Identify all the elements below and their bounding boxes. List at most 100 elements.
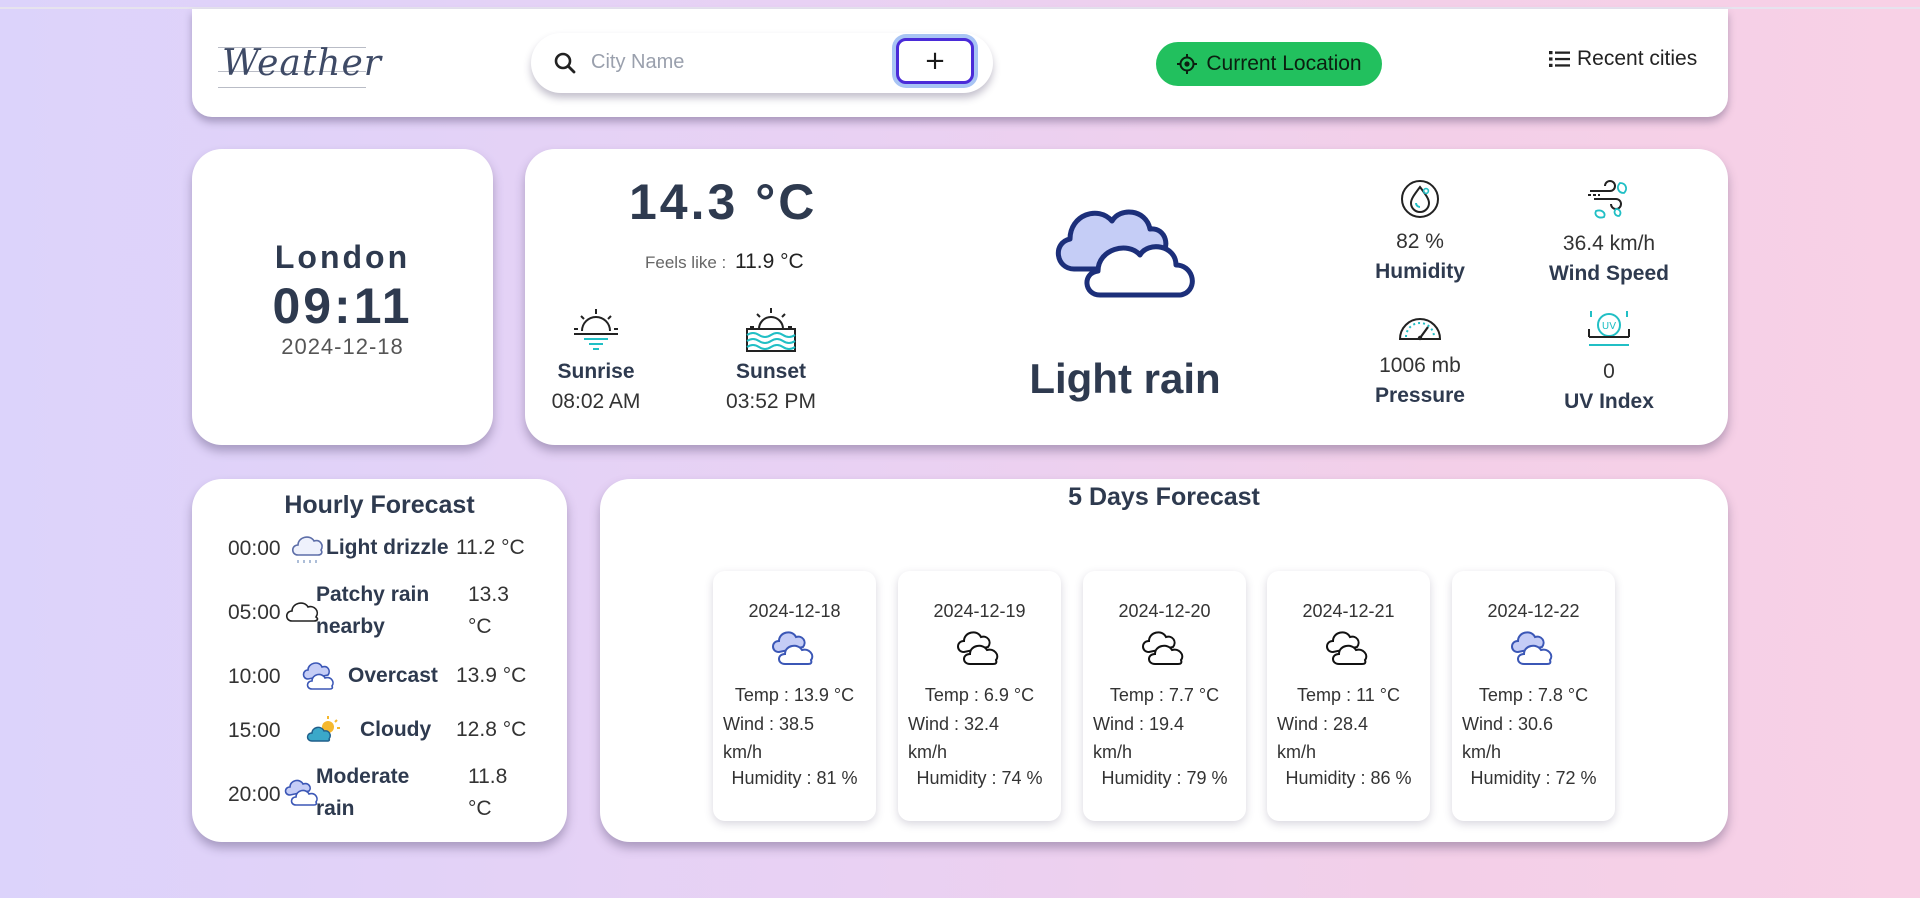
pressure-gauge-icon xyxy=(1398,318,1442,341)
cloud-outline-icon xyxy=(1141,631,1183,665)
partly-cloudy-icon xyxy=(306,716,340,742)
recent-cities-label: Recent cities xyxy=(1577,47,1698,70)
recent-cities-menu[interactable]: Recent cities xyxy=(1549,47,1697,71)
forecast-wind: Wind : 30.6 km/h xyxy=(1462,714,1554,762)
uv-label: UV Index xyxy=(1564,390,1654,413)
pressure-stat: 1006 mb Pressure xyxy=(1340,315,1500,408)
forecast-humidity: Humidity : 79 % xyxy=(1101,768,1228,788)
pressure-value: 1006 mb xyxy=(1379,354,1461,377)
hourly-time: 10:00 xyxy=(228,665,281,688)
forecast-date: 2024-12-22 xyxy=(1487,601,1580,621)
search-icon[interactable] xyxy=(553,51,577,75)
wind-value: 36.4 km/h xyxy=(1562,232,1656,255)
hourly-temp: 13.3 °C xyxy=(468,583,509,638)
hourly-condition: Moderate rain xyxy=(316,765,410,820)
add-city-button[interactable]: + xyxy=(896,38,974,84)
hourly-time: 05:00 xyxy=(228,601,281,624)
cloud-outline-icon xyxy=(956,631,998,665)
humidity-label: Humidity xyxy=(1375,260,1465,283)
hourly-row: 05:00 Patchy rain nearby 13.3 °C xyxy=(228,579,548,643)
hourly-time: 15:00 xyxy=(228,719,281,742)
logo: Weather xyxy=(218,41,381,101)
hourly-time: 20:00 xyxy=(228,783,281,806)
sunset-icon xyxy=(746,308,796,352)
blue-cloud-icon xyxy=(1510,631,1552,665)
city-name: London xyxy=(274,239,411,275)
hourly-row: 10:00 Overcast 13.9 °C xyxy=(228,659,548,699)
feels-like-value: 11.9 °C xyxy=(735,250,804,273)
hourly-temp: 13.9 °C xyxy=(456,664,527,687)
sunrise-time: 08:02 AM xyxy=(551,390,641,413)
header-bar: Weather + Current Location Recent xyxy=(192,9,1728,117)
hourly-temp: 12.8 °C xyxy=(456,718,527,741)
sunrise-icon xyxy=(574,309,618,350)
hourly-forecast-title: Hourly Forecast xyxy=(284,491,475,519)
forecast-wind: Wind : 38.5 km/h xyxy=(723,714,815,762)
hourly-row: 15:00 Cloudy 12.8 °C xyxy=(228,713,548,753)
logo-text: Weather xyxy=(222,43,382,84)
forecast-day-card: 2024-12-18 Temp : 13.9 °C Wind : 38.5 km… xyxy=(713,571,876,821)
sunset-label: Sunset xyxy=(735,360,806,383)
cloud-outline-icon xyxy=(1325,631,1367,665)
hourly-row: 20:00 Moderate rain 11.8 °C xyxy=(228,761,548,825)
city-search-input[interactable] xyxy=(591,45,871,79)
forecast-wind: Wind : 32.4 km/h xyxy=(908,714,1000,762)
wind-icon xyxy=(1588,180,1627,219)
forecast-date: 2024-12-20 xyxy=(1118,601,1211,621)
hourly-time: 00:00 xyxy=(228,537,281,560)
wind-label: Wind Speed xyxy=(1549,262,1669,285)
five-day-forecast-card: 5 Days Forecast 2024-12-18 Temp : 13.9 °… xyxy=(600,479,1728,842)
forecast-humidity: Humidity : 81 % xyxy=(731,768,858,788)
hourly-condition: Overcast xyxy=(348,664,438,687)
city-time: 09:11 xyxy=(272,278,413,334)
forecast-wind: Wind : 28.4 km/h xyxy=(1277,714,1369,762)
current-location-label: Current Location xyxy=(1206,52,1362,75)
hourly-condition: Cloudy xyxy=(360,718,432,741)
hourly-temp: 11.8 °C xyxy=(468,765,508,820)
forecast-humidity: Humidity : 72 % xyxy=(1470,768,1597,788)
five-day-forecast-title: 5 Days Forecast xyxy=(1068,483,1260,511)
sunset-block: Sunset 03:52 PM xyxy=(711,307,831,414)
city-date: 2024-12-18 xyxy=(281,334,404,359)
forecast-humidity: Humidity : 74 % xyxy=(916,768,1043,788)
forecast-date: 2024-12-19 xyxy=(933,601,1026,621)
search-bar: + xyxy=(531,33,993,93)
forecast-day-card: 2024-12-20 Temp : 7.7 °C Wind : 19.4 km/… xyxy=(1083,571,1246,821)
uv-value: 0 xyxy=(1603,360,1615,383)
forecast-day-card: 2024-12-21 Temp : 11 °C Wind : 28.4 km/h… xyxy=(1267,571,1430,821)
current-condition: Light rain xyxy=(1029,355,1221,402)
humidity-value: 82 % xyxy=(1396,230,1444,253)
overcast-icon xyxy=(302,662,334,690)
forecast-humidity: Humidity : 86 % xyxy=(1285,768,1412,788)
city-card: London 09:11 2024-12-18 xyxy=(192,149,493,445)
humidity-icon xyxy=(1401,180,1439,218)
uv-stat: UV 0 UV Index xyxy=(1529,307,1689,414)
humidity-stat: 82 % Humidity xyxy=(1340,179,1500,284)
current-temperature: 14.3 °C xyxy=(629,174,818,230)
forecast-temp: Temp : 11 °C xyxy=(1297,685,1400,705)
forecast-day-card: 2024-12-22 Temp : 7.8 °C Wind : 30.6 km/… xyxy=(1452,571,1615,821)
list-icon xyxy=(1549,51,1570,67)
forecast-temp: Temp : 6.9 °C xyxy=(924,685,1035,705)
hourly-row: 00:00 Light drizzle 11.2 °C xyxy=(228,531,548,571)
forecast-date: 2024-12-18 xyxy=(748,601,841,621)
forecast-temp: Temp : 7.8 °C xyxy=(1478,685,1589,705)
sunset-time: 03:52 PM xyxy=(726,390,816,413)
wind-stat: 36.4 km/h Wind Speed xyxy=(1529,179,1689,286)
crosshair-icon xyxy=(1177,54,1198,74)
hourly-condition: Patchy rain nearby xyxy=(316,583,430,638)
forecast-wind: Wind : 19.4 km/h xyxy=(1093,714,1185,762)
feels-like-label: Feels like : xyxy=(645,253,727,272)
hourly-temp: 11.2 °C xyxy=(456,536,525,559)
sunrise-block: Sunrise 08:02 AM xyxy=(536,307,656,414)
sunrise-label: Sunrise xyxy=(557,360,635,383)
pressure-label: Pressure xyxy=(1375,384,1465,407)
uv-index-icon: UV xyxy=(1588,311,1630,346)
hourly-condition: Light drizzle xyxy=(326,536,449,559)
hourly-forecast-card: Hourly Forecast 00:00 Light drizzle 11.2… xyxy=(192,479,567,842)
blue-cloud-icon xyxy=(771,631,813,665)
forecast-temp: Temp : 7.7 °C xyxy=(1109,685,1220,705)
light-drizzle-icon xyxy=(291,536,323,563)
svg-text:UV: UV xyxy=(1602,321,1616,332)
current-location-button[interactable]: Current Location xyxy=(1156,42,1382,86)
